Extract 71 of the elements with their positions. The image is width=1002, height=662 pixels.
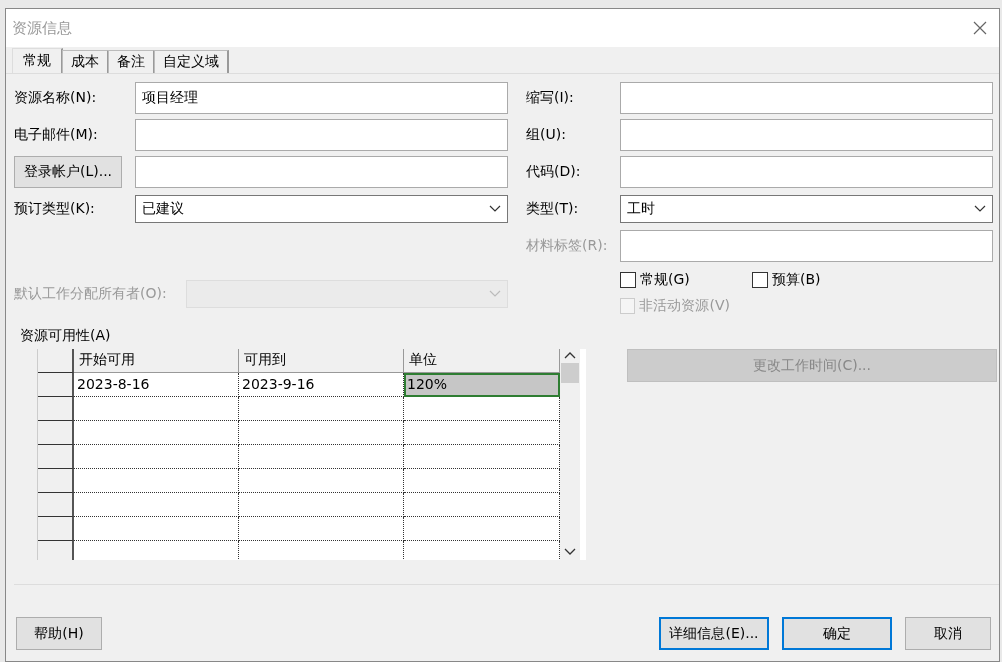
table-cell[interactable] [239, 421, 404, 445]
scroll-up-icon[interactable] [564, 351, 576, 359]
account-button[interactable]: 登录帐户(L)... [14, 156, 122, 188]
text-field[interactable] [135, 156, 508, 188]
dialog-button[interactable]: 详细信息(E)... [659, 617, 769, 650]
text-field[interactable] [620, 156, 993, 188]
table-cell[interactable] [404, 397, 560, 421]
dropdown[interactable]: 已建议 [135, 195, 508, 223]
dialog-button[interactable]: 帮助(H) [16, 617, 102, 650]
table-cell[interactable] [74, 421, 239, 445]
row-header[interactable] [38, 493, 74, 517]
column-header: 可用到 [239, 349, 404, 373]
chevron-down-icon [489, 290, 501, 298]
row-header[interactable] [38, 421, 74, 445]
table-cell[interactable] [74, 517, 239, 541]
column-header: 单位 [404, 349, 560, 373]
row-header[interactable] [38, 541, 74, 560]
table-cell[interactable]: 120% [404, 373, 560, 397]
table-cell[interactable] [404, 445, 560, 469]
checkbox[interactable]: 常规(G) [620, 271, 730, 289]
table-cell[interactable] [239, 445, 404, 469]
checkbox[interactable]: 预算(B) [752, 271, 862, 289]
chevron-down-icon [489, 205, 501, 213]
tab[interactable]: 自定义域 [154, 50, 229, 73]
text-field[interactable]: 项目经理 [135, 82, 508, 114]
dropdown[interactable]: 工时 [620, 195, 993, 223]
row-header[interactable] [38, 445, 74, 469]
scroll-down-icon[interactable] [564, 548, 576, 556]
table-cell[interactable]: 2023-8-16 [74, 373, 239, 397]
table-cell[interactable] [74, 493, 239, 517]
text-field[interactable] [135, 119, 508, 151]
table-cell[interactable] [74, 469, 239, 493]
tab[interactable]: 常规 [12, 48, 63, 73]
scroll-thumb[interactable] [561, 363, 579, 383]
field-label: 电子邮件(M): [14, 126, 99, 144]
row-header[interactable] [38, 397, 74, 421]
table-cell[interactable] [404, 469, 560, 493]
dialog-button[interactable]: 确定 [782, 617, 892, 650]
row-header[interactable] [38, 373, 74, 397]
field-label: 资源名称(N): [14, 89, 98, 107]
section-label: 资源可用性(A) [19, 326, 112, 345]
field-label: 材料标签(R): [526, 237, 609, 255]
field-label: 缩写(I): [526, 89, 575, 107]
chevron-down-icon [974, 205, 986, 213]
field-label: 组(U): [526, 126, 567, 144]
table-cell[interactable] [239, 493, 404, 517]
dialog-button[interactable]: 取消 [905, 617, 991, 650]
table-cell[interactable] [74, 397, 239, 421]
tab[interactable]: 备注 [108, 50, 155, 73]
table-cell[interactable] [404, 517, 560, 541]
table-cell[interactable] [404, 421, 560, 445]
text-field[interactable] [620, 82, 993, 114]
row-header[interactable] [38, 469, 74, 493]
field-label: 类型(T): [526, 200, 580, 218]
tab[interactable]: 成本 [62, 50, 109, 73]
table-cell[interactable] [404, 493, 560, 517]
window-title: 资源信息 [12, 18, 72, 38]
table-cell[interactable] [74, 445, 239, 469]
row-header[interactable] [38, 349, 74, 373]
table-cell[interactable] [239, 397, 404, 421]
column-header: 开始可用 [74, 349, 239, 373]
field-label: 代码(D): [526, 163, 582, 181]
close-button[interactable] [971, 19, 989, 37]
text-field[interactable] [620, 230, 993, 262]
table-cell[interactable] [239, 517, 404, 541]
table-cell[interactable] [239, 469, 404, 493]
field-label: 预订类型(K): [14, 200, 96, 218]
text-field[interactable] [620, 119, 993, 151]
table-cell[interactable]: 2023-9-16 [239, 373, 404, 397]
field-label: 默认工作分配所有者(O): [14, 285, 168, 303]
row-header[interactable] [38, 517, 74, 541]
